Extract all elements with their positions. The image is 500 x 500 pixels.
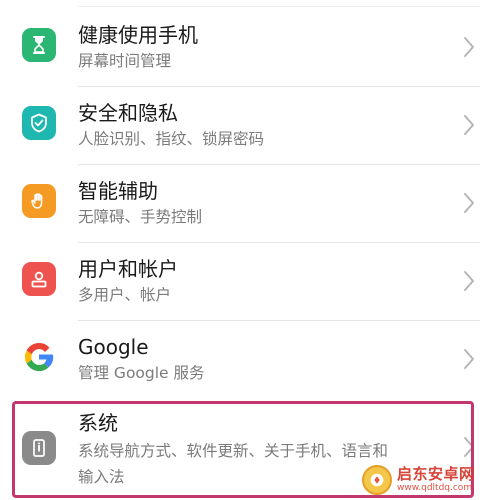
phone-info-icon: [22, 431, 56, 465]
item-subtitle: 系统导航方式、软件更新、关于手机、语言和: [78, 442, 389, 460]
chevron-right-icon: [462, 348, 476, 370]
item-subtitle: 屏幕时间管理: [78, 52, 172, 70]
item-subtitle-line2: 输入法: [78, 468, 125, 486]
item-subtitle: 管理 Google 服务: [78, 364, 205, 382]
chevron-right-icon: [462, 114, 476, 136]
google-icon: [22, 340, 56, 374]
chevron-right-icon: [462, 36, 476, 58]
settings-item-smart-assistance[interactable]: 智能辅助 无障碍、手势控制: [0, 164, 500, 242]
chevron-right-icon: [462, 436, 476, 458]
watermark-logo-icon: [362, 465, 392, 495]
item-title: 用户和帐户: [78, 257, 178, 281]
shield-check-icon: [22, 106, 56, 140]
watermark-name: 启东安卓网: [397, 465, 475, 483]
settings-item-users-accounts[interactable]: 用户和帐户 多用户、帐户: [0, 242, 500, 320]
watermark: 启东安卓网 www.qdltdq.com: [362, 462, 498, 498]
item-title: 系统: [78, 411, 118, 435]
item-title: Google: [78, 335, 149, 359]
item-title: 智能辅助: [78, 179, 158, 203]
hourglass-icon: [22, 28, 56, 62]
divider: [78, 6, 480, 7]
item-subtitle: 人脸识别、指纹、锁屏密码: [78, 130, 265, 148]
item-title: 健康使用手机: [78, 23, 198, 47]
user-icon: [22, 262, 56, 296]
settings-item-security-privacy[interactable]: 安全和隐私 人脸识别、指纹、锁屏密码: [0, 86, 500, 164]
item-title: 安全和隐私: [78, 101, 178, 125]
settings-item-google[interactable]: Google 管理 Google 服务: [0, 320, 500, 398]
watermark-url: www.qdltdq.com: [397, 483, 473, 493]
settings-item-digital-balance[interactable]: 健康使用手机 屏幕时间管理: [0, 8, 500, 86]
chevron-right-icon: [462, 270, 476, 292]
chevron-right-icon: [462, 192, 476, 214]
hand-icon: [22, 184, 56, 218]
item-subtitle: 多用户、帐户: [78, 286, 172, 304]
settings-list: 健康使用手机 屏幕时间管理 安全和隐私 人脸识别、指纹、锁屏密码 智能辅助 无障…: [0, 0, 500, 500]
item-subtitle: 无障碍、手势控制: [78, 208, 203, 226]
